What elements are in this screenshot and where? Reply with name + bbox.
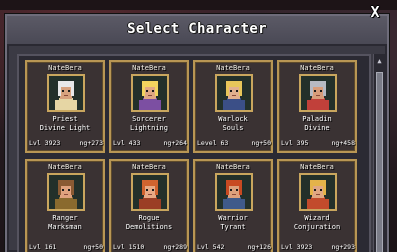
ng-text: ng+458	[331, 139, 355, 147]
character-stats: Lvl 161 ng+50	[29, 243, 103, 251]
close-button[interactable]: X	[367, 4, 383, 20]
character-card[interactable]: NateBera Warrior Tyrant Lvl 542 ng+126	[193, 159, 273, 252]
owner-name: NateBera	[48, 64, 82, 72]
scrollbar[interactable]: ▲	[373, 54, 385, 252]
character-stats: Lvl 542 ng+126	[197, 243, 271, 251]
ng-text: ng+289	[163, 243, 187, 251]
class-name: Warlock	[218, 115, 248, 123]
class-name: Ranger	[52, 214, 78, 222]
character-list-panel: NateBera Priest Divine Light Lvl 3923 ng…	[17, 54, 371, 252]
ng-text: ng+264	[163, 139, 187, 147]
level-text: Lvl 395	[281, 139, 309, 147]
spec-name: Tyrant	[220, 223, 246, 231]
spec-name: Marksman	[48, 223, 82, 231]
character-grid: NateBera Priest Divine Light Lvl 3923 ng…	[25, 60, 365, 252]
spec-name: Souls	[222, 124, 244, 132]
spec-name: Conjuration	[293, 223, 341, 231]
character-stats: Lvl 3923 ng+293	[281, 243, 355, 251]
level-text: Lvl 3923	[29, 139, 61, 147]
character-stats: Lvl 395 ng+458	[281, 139, 355, 147]
level-text: Lvl 433	[113, 139, 141, 147]
ng-text: ng+126	[247, 243, 271, 251]
background-plank	[0, 0, 397, 10]
class-name: Rogue	[138, 214, 160, 222]
spec-name: Lightning	[130, 124, 168, 132]
character-card[interactable]: NateBera Priest Divine Light Lvl 3923 ng…	[25, 60, 105, 153]
scrollbar-thumb[interactable]	[376, 72, 383, 252]
character-card[interactable]: NateBera Wizard Conjuration Lvl 3923 ng+…	[277, 159, 357, 252]
priest-portrait-icon	[47, 74, 85, 112]
level-text: Lvl 542	[197, 243, 225, 251]
spec-name: Divine	[304, 124, 330, 132]
character-stats: Lvl 3923 ng+273	[29, 139, 103, 147]
character-card[interactable]: NateBera Sorcerer Lightning Lvl 433 ng+2…	[109, 60, 189, 153]
owner-name: NateBera	[132, 64, 166, 72]
sorcerer-portrait-icon	[131, 74, 169, 112]
owner-name: NateBera	[300, 64, 334, 72]
owner-name: NateBera	[48, 163, 82, 171]
ng-text: ng+50	[251, 139, 271, 147]
character-card[interactable]: NateBera Warlock Souls Level 63 ng+50	[193, 60, 273, 153]
character-card[interactable]: NateBera Paladin Divine Lvl 395 ng+458	[277, 60, 357, 153]
class-name: Warrior	[218, 214, 248, 222]
owner-name: NateBera	[216, 163, 250, 171]
ng-text: ng+293	[331, 243, 355, 251]
level-text: Lvl 1510	[113, 243, 145, 251]
rogue-portrait-icon	[131, 173, 169, 211]
window-title: Select Character	[127, 21, 267, 37]
spec-name: Divine Light	[39, 124, 91, 132]
spec-name: Demolitions	[125, 223, 173, 231]
level-text: Lvl 161	[29, 243, 57, 251]
ranger-portrait-icon	[47, 173, 85, 211]
warrior-portrait-icon	[215, 173, 253, 211]
title-bar: Select Character	[7, 16, 387, 46]
owner-name: NateBera	[216, 64, 250, 72]
owner-name: NateBera	[300, 163, 334, 171]
class-name: Sorcerer	[132, 115, 166, 123]
wizard-portrait-icon	[299, 173, 337, 211]
warlock-portrait-icon	[215, 74, 253, 112]
character-stats: Lvl 433 ng+264	[113, 139, 187, 147]
level-text: Lvl 3923	[281, 243, 313, 251]
paladin-portrait-icon	[299, 74, 337, 112]
character-card[interactable]: NateBera Ranger Marksman Lvl 161 ng+50	[25, 159, 105, 252]
ng-text: ng+50	[83, 243, 103, 251]
ng-text: ng+273	[79, 139, 103, 147]
class-name: Wizard	[304, 214, 330, 222]
class-name: Paladin	[302, 115, 332, 123]
character-stats: Lvl 1510 ng+289	[113, 243, 187, 251]
level-text: Level 63	[197, 139, 229, 147]
select-character-window: Select Character X NateBera Priest Divin…	[5, 4, 389, 252]
character-stats: Level 63 ng+50	[197, 139, 271, 147]
character-card[interactable]: NateBera Rogue Demolitions Lvl 1510 ng+2…	[109, 159, 189, 252]
owner-name: NateBera	[132, 163, 166, 171]
scroll-up-icon[interactable]: ▲	[375, 56, 384, 66]
class-name: Priest	[52, 115, 78, 123]
